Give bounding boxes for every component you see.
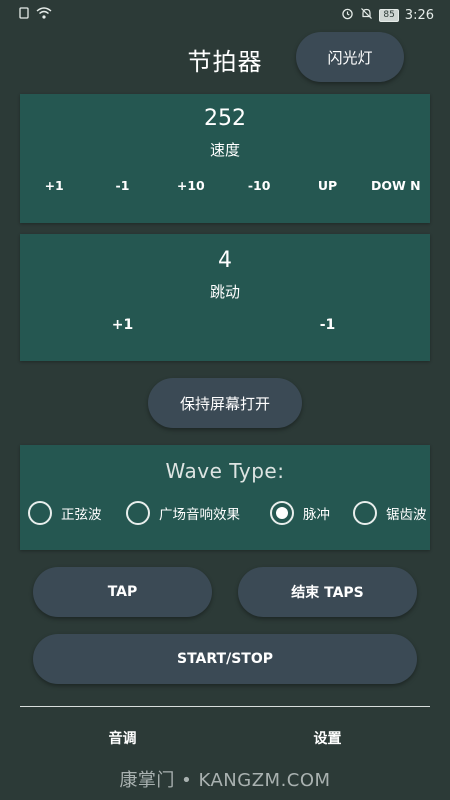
radio-sine[interactable]: 正弦波 [28,501,102,525]
bottom-nav: 音调 设置 [0,708,450,768]
wifi-icon [36,7,52,23]
radio-square[interactable]: 广场音响效果 [126,501,240,525]
radio-sine-circle[interactable] [28,501,52,525]
nav-settings[interactable]: 设置 [225,708,430,768]
radio-pulse-circle[interactable] [270,501,294,525]
beats-minus-1-button[interactable]: -1 [225,318,430,333]
radio-pulse[interactable]: 脉冲 [270,501,330,525]
watermark: 康掌门 • KANGZM.COM [119,770,331,791]
divider [20,706,430,707]
radio-sawtooth-label: 锯齿波 [386,507,427,523]
tempo-up-button[interactable]: UP [293,178,361,193]
tempo-minus-1-button[interactable]: -1 [88,178,156,193]
radio-square-label: 广场音响效果 [159,507,240,523]
beats-plus-1-button[interactable]: +1 [20,318,225,333]
beats-value: 4 [218,248,232,273]
status-right: 85 3:26 [341,7,434,24]
radio-sine-label: 正弦波 [61,507,102,523]
status-left [18,7,52,23]
tempo-plus-10-button[interactable]: +10 [157,178,225,193]
header: 节拍器 闪光灯 [0,30,450,86]
end-taps-button[interactable]: 结束 TAPS [238,567,417,617]
alarm-icon [341,7,354,24]
tempo-plus-1-button[interactable]: +1 [20,178,88,193]
flash-button[interactable]: 闪光灯 [296,32,404,82]
tempo-value: 252 [204,106,246,131]
mute-bell-icon [360,7,373,24]
beats-panel: 4 跳动 +1 -1 [20,234,430,361]
tempo-panel: 252 速度 +1 -1 +10 -10 UP DOW N [20,94,430,223]
radio-square-circle[interactable] [126,501,150,525]
nav-pitch[interactable]: 音调 [20,708,225,768]
radio-sawtooth[interactable]: 锯齿波 [353,501,427,525]
wave-type-radio-group: 正弦波 广场音响效果 脉冲 锯齿波 [20,501,430,525]
battery-icon: 85 [379,8,399,22]
status-time: 3:26 [404,7,434,23]
tempo-minus-10-button[interactable]: -10 [225,178,293,193]
tempo-down-button[interactable]: DOW N [362,178,430,193]
start-stop-button[interactable]: START/STOP [33,634,417,684]
radio-sawtooth-circle[interactable] [353,501,377,525]
radio-pulse-label: 脉冲 [303,507,330,523]
wave-type-panel: Wave Type: 正弦波 广场音响效果 脉冲 锯齿波 [20,445,430,550]
status-bar: 85 3:26 [0,0,450,30]
tap-button[interactable]: TAP [33,567,212,617]
keep-screen-on-button[interactable]: 保持屏幕打开 [148,378,302,428]
sim-icon [18,7,30,23]
beats-button-row: +1 -1 [20,318,430,333]
tempo-button-row: +1 -1 +10 -10 UP DOW N [20,178,430,193]
tempo-label: 速度 [209,141,240,159]
wave-type-title: Wave Type: [165,459,285,483]
beats-label: 跳动 [209,283,240,301]
